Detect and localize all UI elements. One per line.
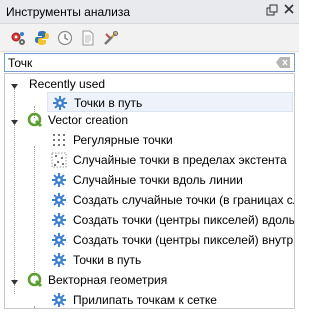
python-icon[interactable] (34, 30, 50, 46)
collapse-arrow-icon[interactable] (10, 116, 19, 125)
group-vector-creation[interactable]: Vector creation (5, 110, 294, 130)
tree-item-label: Создать точки (центры пикселей) вдоль ..… (73, 213, 295, 227)
gear-icon (51, 192, 67, 208)
group-label: Vector creation (48, 113, 129, 127)
tree-item-label: Регулярные точки (73, 133, 173, 147)
tree-item[interactable]: Прилипать точкам к сетке (5, 290, 294, 308)
tree-item[interactable]: Случайные точки вдоль линии (5, 170, 294, 190)
gear-icon (51, 232, 67, 248)
search-input[interactable] (8, 55, 270, 70)
gear-icon (51, 252, 67, 268)
qgis-icon (27, 272, 43, 288)
tree-item-selected[interactable]: Точки в путь (47, 92, 293, 112)
tree-item-label: Случайные точки вдоль линии (73, 173, 243, 187)
tree-item-label: Прилипать точкам к сетке (73, 293, 217, 307)
gear-icon (52, 95, 68, 111)
panel-title: Инструменты анализа (6, 5, 131, 19)
gear-icon (51, 172, 67, 188)
collapse-arrow-icon[interactable] (10, 80, 19, 89)
clear-icon (276, 57, 290, 68)
history-icon[interactable] (57, 30, 73, 46)
group-label: Recently used (29, 77, 106, 91)
group-label: Векторная геометрия (48, 273, 168, 287)
close-icon (284, 4, 294, 14)
gear-icon (51, 292, 67, 308)
tree-item[interactable]: Точки в путь (5, 250, 294, 270)
tree-item-label: Создать случайные точки (в границах сл..… (73, 193, 295, 207)
models-icon[interactable] (10, 30, 26, 46)
processing-toolbox-panel: Инструменты анализа Точк Recently used Т… (0, 0, 299, 313)
qgis-icon (27, 112, 43, 128)
float-icon (266, 4, 278, 16)
tree-item-label: Точки в путь (74, 96, 143, 110)
tree-item-label: Создать точки (центры пикселей) внутр... (73, 233, 295, 247)
tree-item[interactable]: Случайные точки в пределах экстента (5, 150, 294, 170)
group-vector-geometry[interactable]: Векторная геометрия (5, 270, 294, 290)
regular-points-icon (51, 132, 67, 148)
options-icon[interactable] (103, 30, 119, 46)
group-recently-used[interactable]: Recently used (5, 74, 294, 94)
tree-item-label: Точки в путь (73, 253, 142, 267)
close-panel-button[interactable] (282, 4, 296, 18)
tree-item[interactable]: Создать точки (центры пикселей) вдоль ..… (5, 210, 294, 230)
panel-titlebar: Инструменты анализа (0, 0, 299, 24)
random-points-icon (51, 152, 67, 168)
tree-item[interactable]: Регулярные точки (5, 130, 294, 150)
search-box[interactable] (4, 53, 295, 72)
float-panel-button[interactable] (265, 4, 279, 18)
algorithm-tree: Recently used Точки в путь Vector creati… (4, 73, 295, 309)
tree-item[interactable]: Создать случайные точки (в границах сл..… (5, 190, 294, 210)
collapse-arrow-icon[interactable] (10, 276, 19, 285)
gear-icon (51, 212, 67, 228)
clear-search-button[interactable] (275, 56, 291, 69)
toolbox-toolbar (0, 24, 299, 52)
tree-item-label: Случайные точки в пределах экстента (73, 153, 287, 167)
tree-item[interactable]: Создать точки (центры пикселей) внутр... (5, 230, 294, 250)
results-icon[interactable] (80, 30, 96, 46)
